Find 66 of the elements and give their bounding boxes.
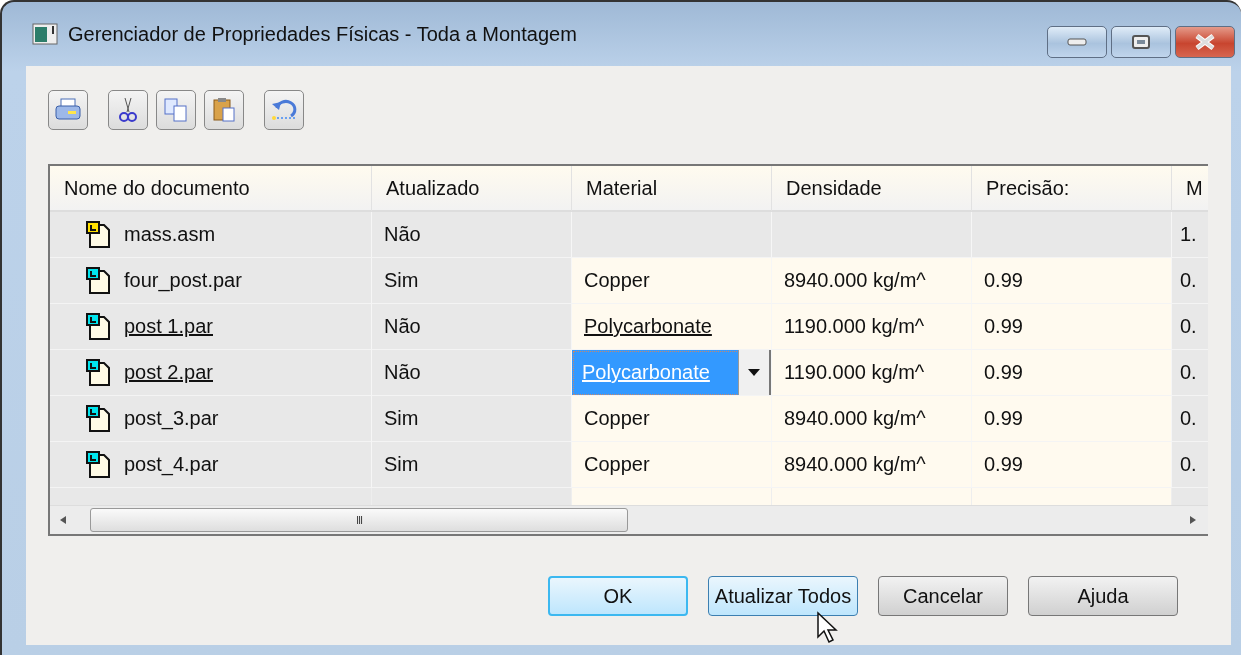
column-header[interactable]: M	[1172, 166, 1208, 212]
column-header[interactable]: Nome do documento	[50, 166, 372, 212]
minimize-button[interactable]	[1047, 26, 1107, 58]
print-button[interactable]	[48, 90, 88, 130]
table-cell: Não	[372, 350, 572, 396]
dialog-button[interactable]: OK	[548, 576, 688, 616]
table-cell: 1.	[1172, 212, 1208, 258]
table-cell: Copper	[572, 396, 772, 442]
table-cell: Não	[372, 304, 572, 350]
dialog-button[interactable]: Atualizar Todos	[708, 576, 858, 616]
table-cell: 0.99	[972, 396, 1172, 442]
cut-button[interactable]	[108, 90, 148, 130]
mouse-cursor-icon	[816, 611, 840, 645]
document-name[interactable]: post 1.par	[124, 315, 213, 338]
paste-icon	[210, 96, 238, 124]
caret-icon	[748, 369, 760, 376]
table-cell: 8940.000 kg/m^	[772, 442, 972, 488]
table-cell: 0.	[1172, 350, 1208, 396]
table-cell: 8940.000 kg/m^	[772, 396, 972, 442]
document-name[interactable]: four_post.par	[124, 269, 242, 292]
document-name[interactable]: post_3.par	[124, 407, 219, 430]
close-button[interactable]	[1175, 26, 1235, 58]
table-cell: Sim	[372, 396, 572, 442]
table-cell: 0.99	[972, 442, 1172, 488]
dropdown-arrow-button[interactable]	[738, 350, 771, 395]
copy-icon	[162, 96, 190, 124]
printer-icon	[54, 97, 82, 123]
document-name[interactable]: post_4.par	[124, 453, 219, 476]
column-header[interactable]: Precisão:	[972, 166, 1172, 212]
dialog-button[interactable]: Ajuda	[1028, 576, 1178, 616]
table-cell: 1190.000 kg/m^	[772, 350, 972, 396]
window-title: Gerenciador de Propriedades Físicas - Toda a Montagem	[68, 22, 578, 46]
scroll-thumb[interactable]: III	[90, 508, 628, 532]
scissors-icon	[117, 96, 139, 124]
minimize-icon	[1067, 38, 1087, 46]
table-cell: 0.	[1172, 304, 1208, 350]
table-cell: 0.	[1172, 396, 1208, 442]
table-cell: 8940.000 kg/m^	[772, 258, 972, 304]
maximize-button[interactable]	[1111, 26, 1171, 58]
table-cell: 0.	[1172, 442, 1208, 488]
column-header[interactable]: Densidade	[772, 166, 972, 212]
table-cell	[1172, 488, 1208, 505]
document-name[interactable]: mass.asm	[124, 223, 216, 246]
column-header[interactable]: Atualizado	[372, 166, 572, 212]
document-name[interactable]: post 2.par	[124, 361, 213, 384]
grip-marks: III	[355, 514, 363, 526]
app-icon	[32, 23, 58, 45]
undo-button[interactable]	[264, 90, 304, 130]
table-cell: Sim	[372, 442, 572, 488]
table-cell: Copper	[572, 442, 772, 488]
table-cell: Polycarbonate	[572, 304, 772, 350]
table-cell: 0.	[1172, 258, 1208, 304]
table-cell: Não	[372, 212, 572, 258]
table-cell: 0.99	[972, 258, 1172, 304]
maximize-icon	[1132, 35, 1150, 49]
table-cell: 1190.000 kg/m^	[772, 304, 972, 350]
column-header[interactable]: Material	[572, 166, 772, 212]
close-icon	[1194, 34, 1216, 50]
horizontal-scrollbar[interactable]: III	[50, 505, 1208, 534]
table-cell: 0.99	[972, 304, 1172, 350]
copy-button[interactable]	[156, 90, 196, 130]
table-cell: 0.99	[972, 350, 1172, 396]
table-cell: Copper	[572, 258, 772, 304]
paste-button[interactable]	[204, 90, 244, 130]
table-cell: Sim	[372, 258, 572, 304]
dialog-button[interactable]: Cancelar	[878, 576, 1008, 616]
